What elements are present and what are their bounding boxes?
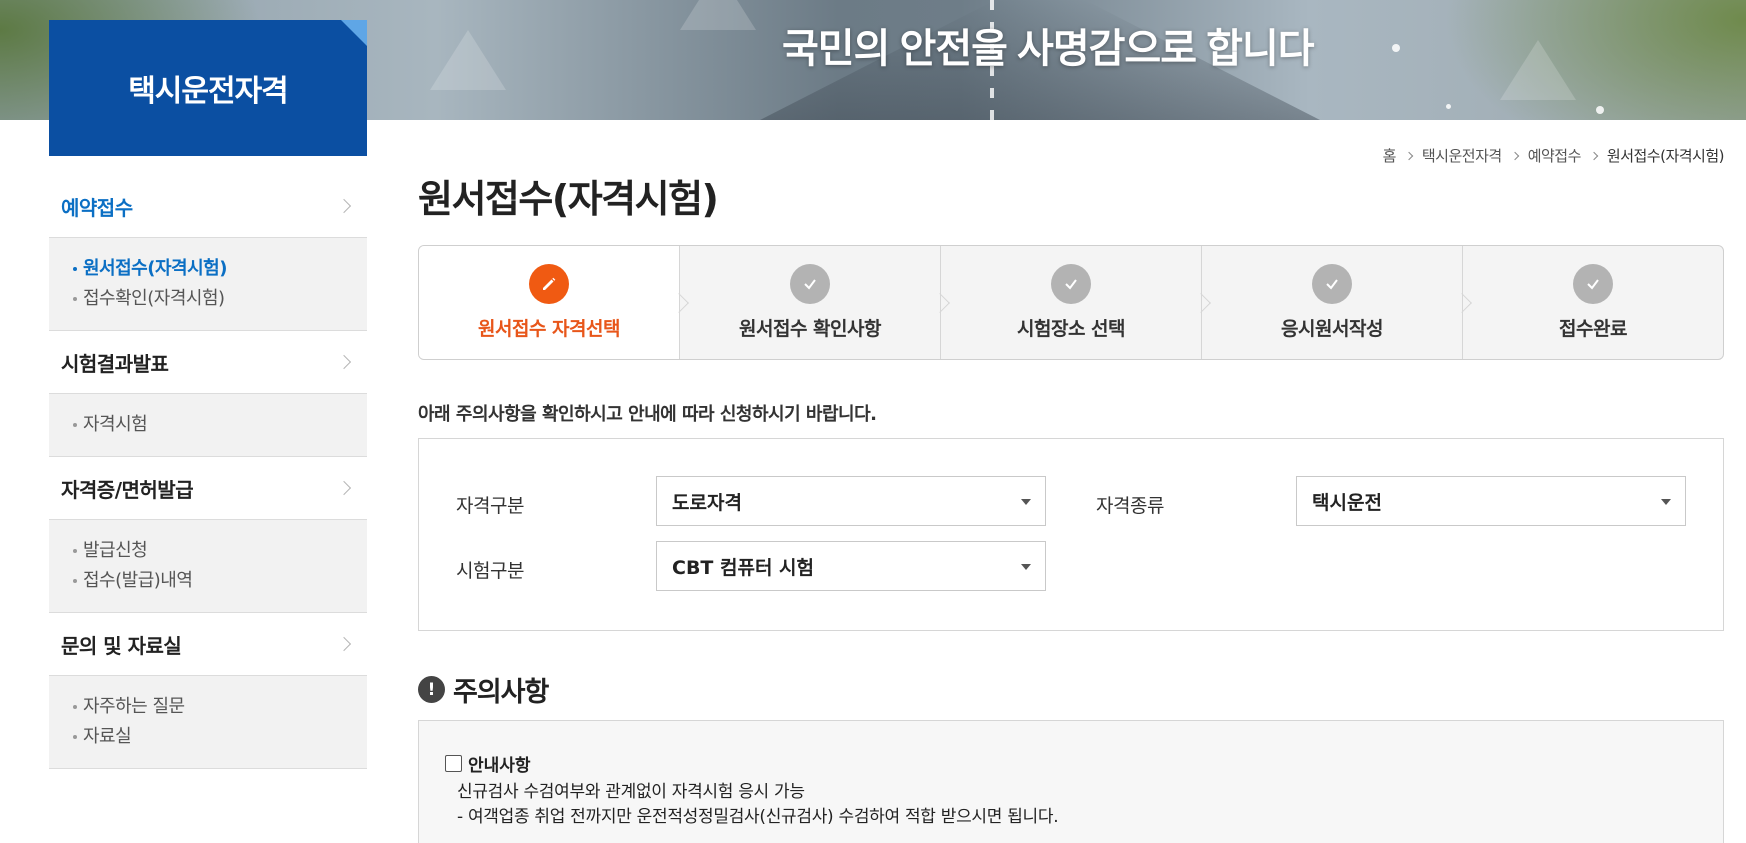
caution-box: 안내사항 신규검사 수검여부와 관계없이 자격시험 응시 가능 - 여객업종 취… <box>418 720 1724 843</box>
bullet-icon <box>73 549 77 553</box>
chevron-right-icon <box>336 198 352 214</box>
nav-item-label: 발급신청 <box>83 540 148 561</box>
nav-item-label: 접수확인(자격시험) <box>83 288 225 309</box>
caution-heading: ! 주의사항 <box>418 670 549 709</box>
step-label: 원서접수 확인사항 <box>739 318 881 340</box>
caret-down-icon <box>1021 499 1031 505</box>
nav-submenu-license: 발급신청 접수(발급)내역 <box>49 520 367 613</box>
notice-checkbox[interactable] <box>445 755 462 772</box>
sidebar-title: 택시운전자격 <box>128 74 289 109</box>
bullet-icon <box>73 579 77 583</box>
type-select-value: 택시운전 <box>1312 491 1382 514</box>
breadcrumb-item[interactable]: 예약접수 <box>1528 145 1582 166</box>
nav-category-label: 문의 및 자료실 <box>61 633 182 658</box>
step-write-application: 응시원서작성 <box>1191 246 1462 359</box>
nav-item-issue-request[interactable]: 발급신청 <box>73 536 367 566</box>
corner-fold-decoration <box>341 20 367 46</box>
banner-triangle-shape <box>430 30 506 90</box>
check-icon <box>790 264 830 304</box>
nav-item-application[interactable]: 원서접수(자격시험) <box>73 254 367 284</box>
nav-item-label: 자격시험 <box>83 414 148 435</box>
left-nav: 예약접수 원서접수(자격시험) 접수확인(자격시험) 시험결과발표 자격시험 자… <box>49 175 367 769</box>
sidebar-title-box: 택시운전자격 <box>49 20 367 156</box>
caution-line: - 여객업종 취업 전까지만 운전적성정밀검사(신규검사) 수검하여 적합 받으… <box>457 807 1059 827</box>
caution-title: 주의사항 <box>453 677 549 708</box>
chevron-right-icon <box>1404 151 1414 160</box>
banner-light-dot <box>1446 104 1451 109</box>
notice-checkbox-label[interactable]: 안내사항 <box>468 751 531 776</box>
step-label: 시험장소 선택 <box>1017 318 1126 340</box>
progress-steps: 원서접수 자격선택 원서접수 확인사항 시험장소 선택 응시원서작성 접수완료 <box>418 245 1724 360</box>
exam-label: 시험구분 <box>456 560 524 582</box>
page-title: 원서접수(자격시험) <box>418 177 719 221</box>
nav-submenu-reservation: 원서접수(자격시험) 접수확인(자격시험) <box>49 238 367 331</box>
bullet-icon <box>73 735 77 739</box>
bullet-icon <box>73 267 77 271</box>
chevron-right-icon <box>336 636 352 652</box>
banner-triangle-shape <box>1500 40 1576 100</box>
bullet-icon <box>73 297 77 301</box>
qualification-form: 자격구분 도로자격 자격종류 택시운전 시험구분 CBT 컴퓨터 시험 <box>418 438 1724 631</box>
nav-category-label: 시험결과발표 <box>61 351 169 376</box>
step-label: 접수완료 <box>1559 318 1627 340</box>
nav-item-qualification-exam[interactable]: 자격시험 <box>73 410 367 440</box>
caution-line: 신규검사 수검여부와 관계없이 자격시험 응시 가능 <box>457 782 805 802</box>
banner-slogan: 국민의 안전을 사명감으로 합니다 <box>782 27 1315 71</box>
breadcrumb-current: 원서접수(자격시험) <box>1606 147 1725 165</box>
nav-item-label: 자료실 <box>83 726 132 747</box>
step-label: 원서접수 자격선택 <box>478 318 620 340</box>
chevron-right-icon <box>1510 151 1519 160</box>
type-label: 자격종류 <box>1096 495 1164 517</box>
breadcrumb-item[interactable]: 택시운전자격 <box>1422 145 1502 166</box>
nav-item-faq[interactable]: 자주하는 질문 <box>73 692 367 722</box>
step-label: 응시원서작성 <box>1281 318 1383 340</box>
chevron-right-icon <box>1589 151 1599 160</box>
step-select-qualification: 원서접수 자격선택 <box>419 246 679 359</box>
nav-item-label: 접수(발급)내역 <box>83 570 193 591</box>
nav-category-results[interactable]: 시험결과발표 <box>49 331 367 394</box>
type-select[interactable]: 택시운전 <box>1296 476 1686 526</box>
chevron-right-icon <box>336 354 352 370</box>
instruction-text: 아래 주의사항을 확인하시고 안내에 따라 신청하시기 바랍니다. <box>418 404 877 425</box>
category-select-value: 도로자격 <box>672 491 742 514</box>
banner-light-dot <box>1596 106 1604 114</box>
check-icon <box>1573 264 1613 304</box>
caret-down-icon <box>1661 499 1671 505</box>
banner-light-dot <box>1392 44 1400 52</box>
category-label: 자격구분 <box>456 495 524 517</box>
check-icon <box>1051 264 1091 304</box>
banner-triangle-shape <box>680 0 756 30</box>
pencil-icon <box>529 264 569 304</box>
nav-category-reservation[interactable]: 예약접수 <box>49 175 367 238</box>
nav-submenu-results: 자격시험 <box>49 394 367 457</box>
exclamation-icon: ! <box>418 676 445 703</box>
step-confirm-notes: 원서접수 확인사항 <box>669 246 940 359</box>
step-complete: 접수완료 <box>1452 246 1723 359</box>
caret-down-icon <box>1021 564 1031 570</box>
nav-category-label: 예약접수 <box>61 195 133 220</box>
bullet-icon <box>73 705 77 709</box>
nav-category-support[interactable]: 문의 및 자료실 <box>49 613 367 676</box>
notice-checkbox-row[interactable]: 안내사항 <box>445 751 531 776</box>
nav-submenu-support: 자주하는 질문 자료실 <box>49 676 367 769</box>
chevron-right-icon <box>336 480 352 496</box>
nav-category-license[interactable]: 자격증/면허발급 <box>49 457 367 520</box>
step-select-venue: 시험장소 선택 <box>930 246 1201 359</box>
check-icon <box>1312 264 1352 304</box>
breadcrumb-home[interactable]: 홈 <box>1383 145 1397 166</box>
nav-category-label: 자격증/면허발급 <box>61 477 194 502</box>
breadcrumb: 홈 택시운전자격 예약접수 원서접수(자격시험) <box>1383 145 1725 166</box>
nav-item-issue-history[interactable]: 접수(발급)내역 <box>73 566 367 596</box>
category-select[interactable]: 도로자격 <box>656 476 1046 526</box>
nav-item-label: 자주하는 질문 <box>83 696 185 717</box>
bullet-icon <box>73 423 77 427</box>
nav-item-label: 원서접수(자격시험) <box>83 258 227 279</box>
exam-select[interactable]: CBT 컴퓨터 시험 <box>656 541 1046 591</box>
nav-item-application-check[interactable]: 접수확인(자격시험) <box>73 284 367 314</box>
exam-select-value: CBT 컴퓨터 시험 <box>672 556 815 579</box>
nav-item-archive[interactable]: 자료실 <box>73 722 367 752</box>
